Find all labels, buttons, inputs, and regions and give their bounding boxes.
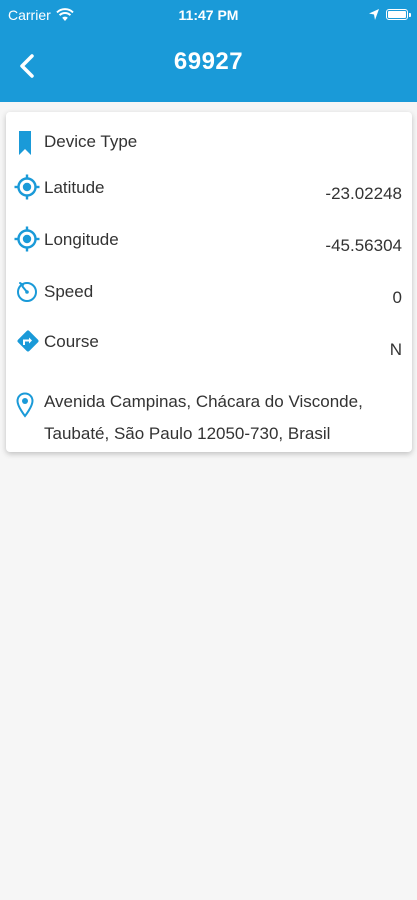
longitude-label: Longitude: [44, 230, 119, 249]
device-type-row: Device Type: [6, 128, 412, 158]
status-time: 11:47 PM: [178, 7, 239, 23]
location-arrow-icon: [369, 9, 379, 20]
battery-icon: [386, 9, 411, 20]
speed-row: Speed 0: [6, 278, 412, 314]
latitude-row: Latitude -23.02248: [6, 174, 412, 210]
bookmark-icon: [19, 131, 31, 155]
course-row: Course N: [6, 328, 412, 368]
latitude-value: -23.02248: [325, 184, 402, 203]
map-pin-icon: [16, 392, 34, 418]
gps-target-icon: [14, 226, 40, 252]
direction-sign-icon: [17, 330, 39, 352]
page-title: 69927: [173, 48, 244, 75]
speed-label: Speed: [44, 282, 94, 301]
device-type-label: Device Type: [44, 132, 138, 151]
app-header: Carrier 11:47 PM 69927: [0, 0, 417, 102]
latitude-label: Latitude: [44, 178, 105, 197]
speedometer-icon: [17, 282, 37, 302]
longitude-row: Longitude -45.56304: [6, 226, 412, 262]
course-label: Course: [44, 332, 99, 351]
address-text: Avenida Campinas, Chácara do Visconde, T…: [44, 392, 363, 443]
speed-value: 0: [392, 288, 402, 307]
device-details-card: Device Type Latitude -23.02248 Longitude…: [6, 112, 412, 452]
gps-target-icon: [14, 174, 40, 200]
longitude-value: -45.56304: [325, 236, 402, 255]
status-bar: Carrier 11:47 PM: [0, 0, 417, 30]
course-value: N: [389, 340, 402, 359]
